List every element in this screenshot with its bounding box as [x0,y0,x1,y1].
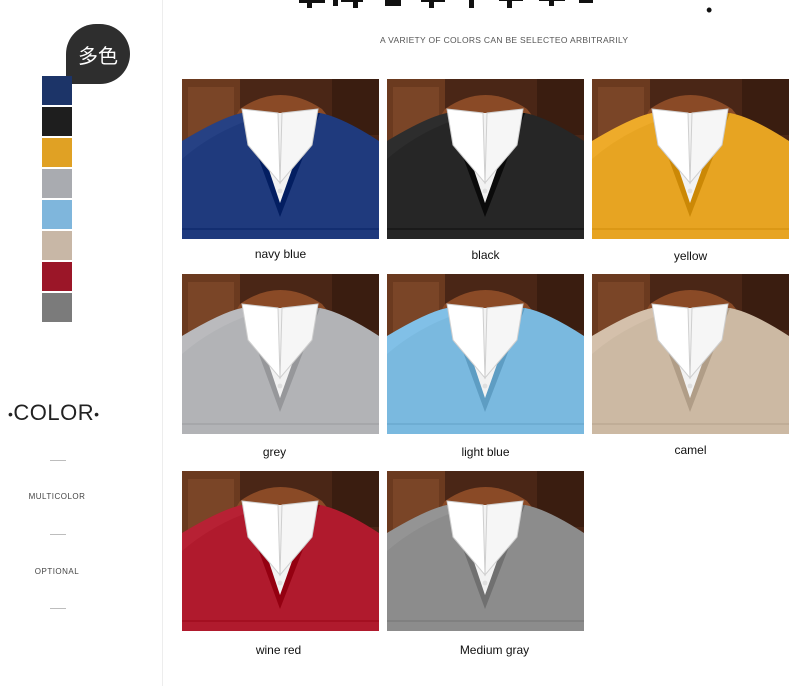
header-subtitle: A VARIETY OF COLORS CAN BE SELECTEO ARBI… [380,35,629,45]
swatch-medium-gray[interactable] [42,293,72,322]
swatch-wine-red[interactable] [42,262,72,291]
swatch-yellow[interactable] [42,138,72,167]
sweater-image [592,274,789,434]
decorative-dot-icon: • [706,0,713,20]
sweater-image [387,79,584,239]
product-card-yellow[interactable] [592,79,789,239]
bullet-dot-icon: • [94,406,100,423]
multicolor-label: MULTICOLOR [28,492,86,501]
swatch-light-blue[interactable] [42,200,72,229]
product-card-medium-gray[interactable] [387,471,584,631]
swatch-list [42,76,72,324]
color-title-text: COLOR [13,400,95,425]
swatch-grey[interactable] [42,169,72,198]
sweater-image [387,274,584,434]
cropped-heading-graphic [293,0,603,10]
swatch-camel[interactable] [42,231,72,260]
optional-label: OPTIONAL [34,567,80,576]
product-card-camel[interactable] [592,274,789,434]
divider [50,460,66,461]
color-section-title: •COLOR• [8,400,108,426]
product-label: grey [262,445,287,459]
product-label: black [471,248,500,262]
product-card-black[interactable] [387,79,584,239]
divider [50,608,66,609]
product-card-grey[interactable] [182,274,379,434]
sweater-image [182,79,379,239]
product-label: Medium gray [459,643,530,657]
divider [50,534,66,535]
product-card-light-blue[interactable] [387,274,584,434]
product-label: yellow [673,249,708,263]
sweater-image [592,79,789,239]
product-card-navy-blue[interactable] [182,79,379,239]
color-sidebar: 多色 •COLOR• MULTICOLOR OPTIONAL [0,0,163,686]
sweater-image [182,471,379,631]
multicolor-badge: 多色 [66,24,130,84]
product-label: light blue [461,445,510,459]
product-label: camel [674,443,707,457]
sweater-image [387,471,584,631]
swatch-navy[interactable] [42,76,72,105]
sweater-image [182,274,379,434]
product-label: wine red [255,643,302,657]
product-label: navy blue [254,247,307,261]
product-card-wine-red[interactable] [182,471,379,631]
swatch-black[interactable] [42,107,72,136]
